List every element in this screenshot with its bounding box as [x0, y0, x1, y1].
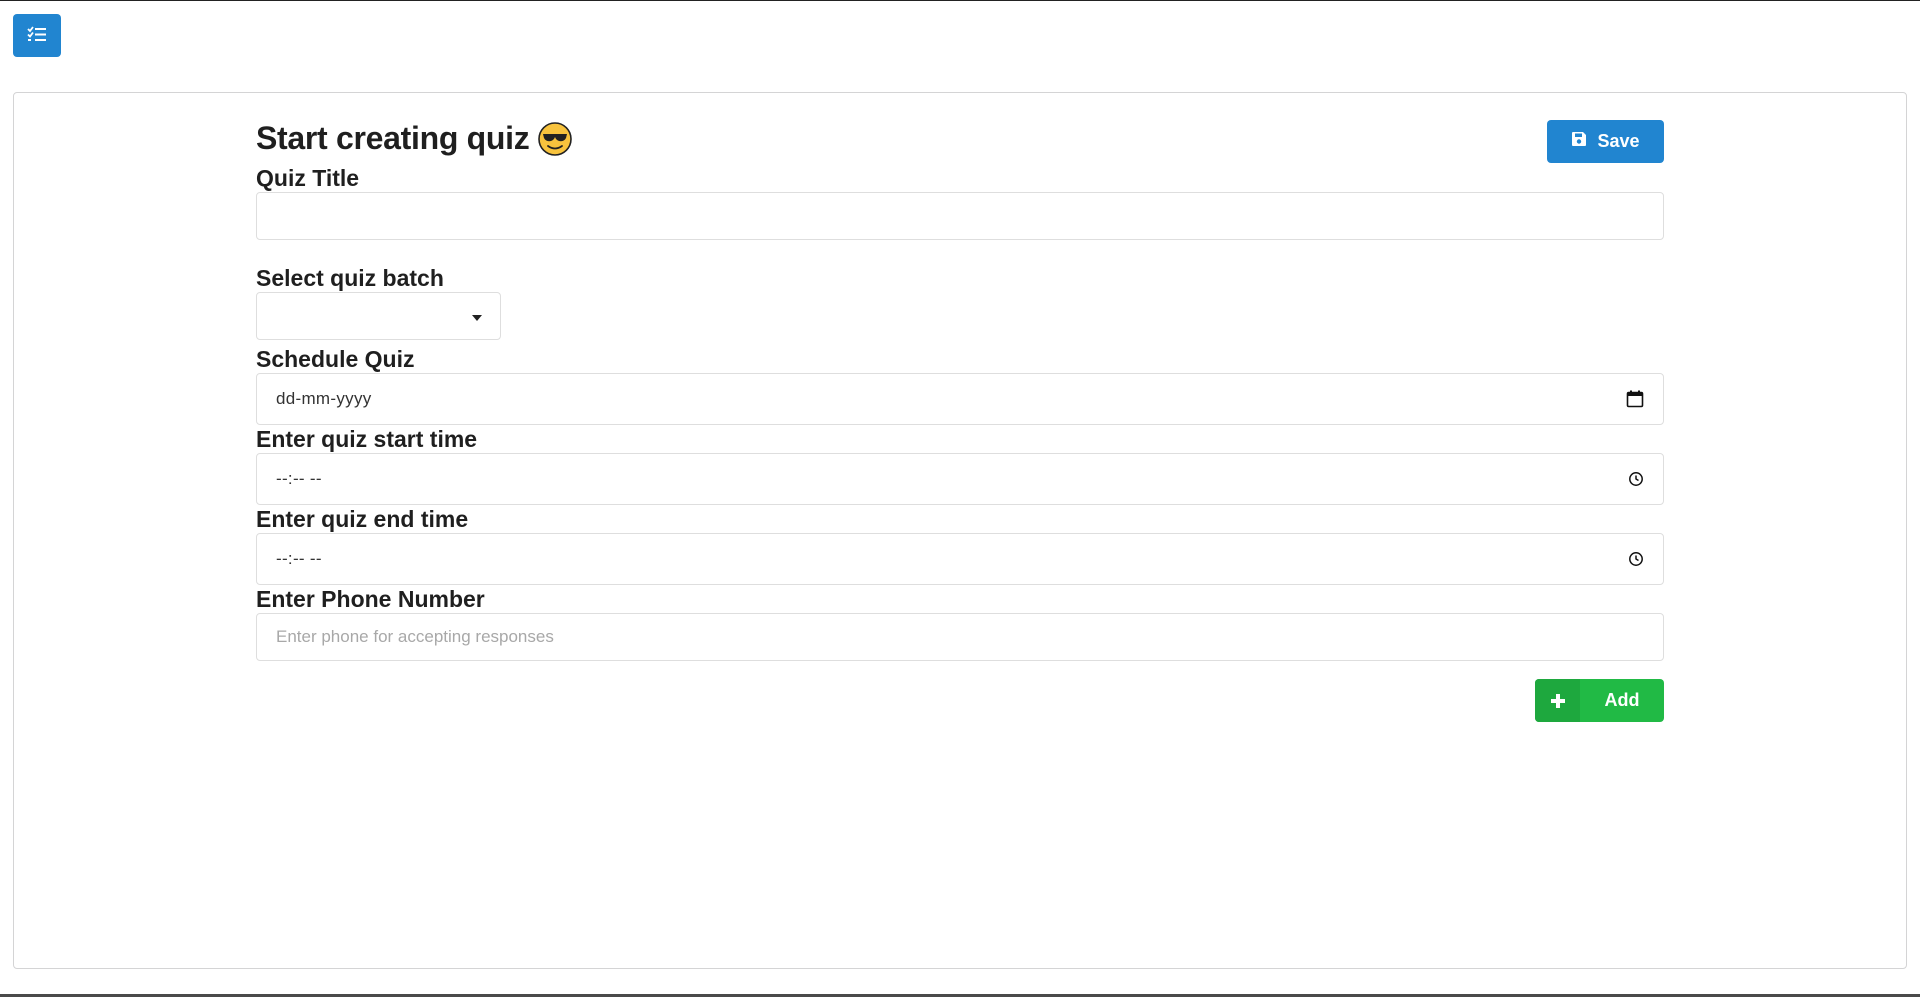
save-button[interactable]: Save: [1547, 120, 1664, 163]
start-time-value: --:-- --: [276, 469, 322, 488]
quiz-form: Start creating quiz Save Quiz Title Sele…: [256, 118, 1664, 661]
schedule-date-value: dd-mm-yyyy: [276, 389, 372, 408]
page-title-text: Start creating quiz: [256, 120, 530, 156]
end-time-value: --:-- --: [276, 549, 322, 568]
floppy-disk-icon: [1571, 131, 1587, 152]
sunglasses-face-emoji-icon: [537, 121, 573, 157]
schedule-quiz-label: Schedule Quiz: [256, 346, 415, 372]
top-border: [0, 0, 1920, 1]
quiz-batch-select[interactable]: [256, 292, 501, 340]
phone-label: Enter Phone Number: [256, 586, 485, 612]
page-title: Start creating quiz: [256, 120, 573, 157]
dropdown-caret-icon: [472, 315, 482, 321]
quiz-title-label: Quiz Title: [256, 165, 360, 191]
plus-icon: [1535, 679, 1580, 722]
start-time-input[interactable]: --:-- --: [256, 453, 1664, 505]
schedule-date-input[interactable]: dd-mm-yyyy: [256, 373, 1664, 425]
add-question-button[interactable]: Add: [1535, 679, 1664, 722]
clock-icon[interactable]: [1628, 471, 1644, 487]
save-button-label: Save: [1597, 131, 1640, 151]
title-row: Start creating quiz Save: [256, 118, 1664, 164]
quiz-batch-label: Select quiz batch: [256, 265, 444, 291]
end-time-label: Enter quiz end time: [256, 506, 469, 532]
phone-placeholder: Enter phone for accepting responses: [276, 627, 554, 646]
quiz-title-input[interactable]: [256, 192, 1664, 240]
start-time-label: Enter quiz start time: [256, 426, 478, 452]
menu-toggle-button[interactable]: [13, 14, 61, 57]
add-button-label: Add: [1604, 690, 1640, 710]
calendar-icon[interactable]: [1626, 390, 1644, 408]
list-checks-icon: [27, 26, 47, 45]
clock-icon[interactable]: [1628, 551, 1644, 567]
end-time-input[interactable]: --:-- --: [256, 533, 1664, 585]
phone-input[interactable]: Enter phone for accepting responses: [256, 613, 1664, 661]
